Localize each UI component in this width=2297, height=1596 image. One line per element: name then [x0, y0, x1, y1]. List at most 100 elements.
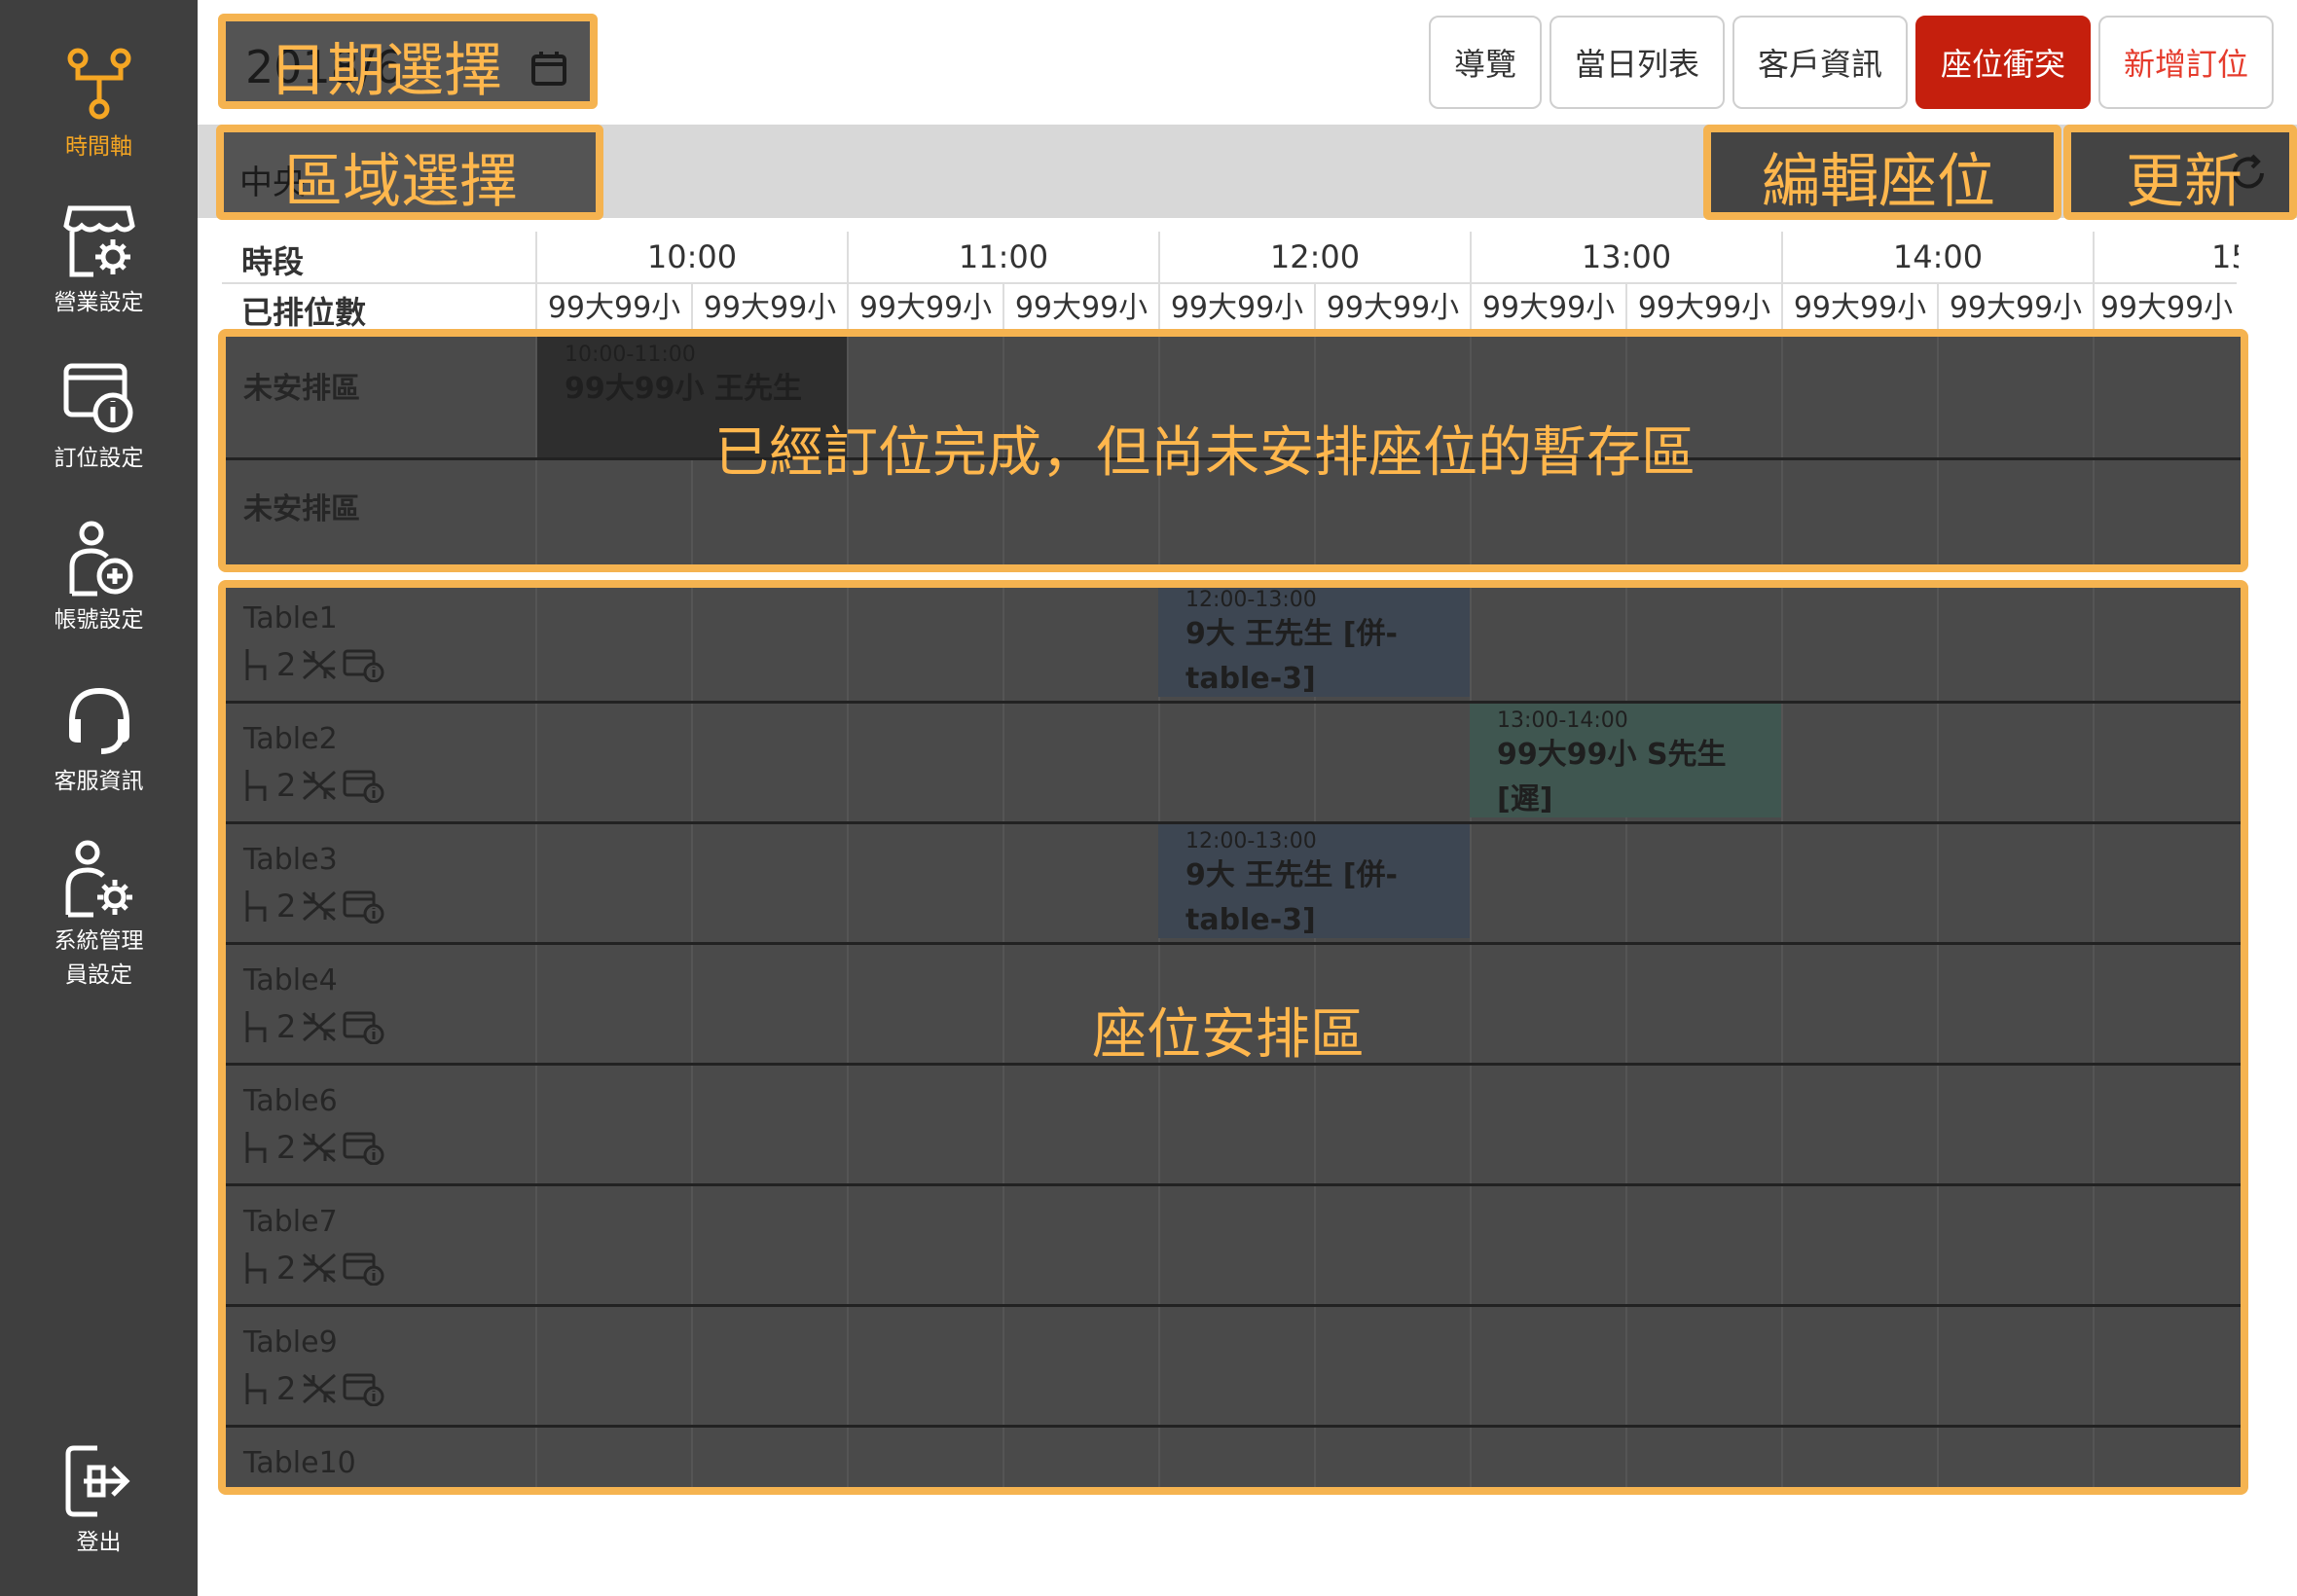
table-row-name: Table3: [243, 843, 338, 877]
time-header: 12:00: [1158, 232, 1470, 282]
calendar-icon[interactable]: [529, 49, 568, 88]
slot-count: 99大99小: [1470, 284, 1625, 333]
admin-settings-icon: [65, 840, 132, 918]
sidebar-item-label: 訂位設定: [54, 446, 144, 471]
booking-name-cont: table-3]: [1185, 662, 1316, 696]
table-row-icons: 2: [243, 888, 385, 925]
seating-zone-annotation: 座位安排區: [1092, 1003, 1365, 1067]
slot-count: 99大99小: [1003, 284, 1158, 333]
slot-count: 99大99小: [691, 284, 847, 333]
seat-count: 2: [276, 1250, 297, 1287]
unassigned-row-label: 未安排區: [243, 372, 360, 406]
sidebar-item-label: 系統管理 員設定: [54, 928, 144, 988]
table-info-icon[interactable]: [343, 1251, 385, 1286]
booking-name: 99大99小 王先生: [565, 372, 802, 406]
unassigned-row-label: 未安排區: [243, 492, 360, 526]
table-row-name: Table7: [243, 1205, 338, 1239]
slot-count: 99大99小: [1937, 284, 2093, 333]
booking-name: 9大 王先生 [併-: [1185, 617, 1398, 651]
table-row-icons: 2: [243, 646, 385, 683]
table-row-name: Table4: [243, 963, 338, 998]
table-info-icon[interactable]: [343, 647, 385, 682]
zone-annotation: 區域選擇: [284, 148, 518, 216]
sidebar-item-booking-settings[interactable]: 訂位設定: [0, 356, 198, 476]
slot-count: 99大99小: [1625, 284, 1781, 333]
time-header: 10:00: [535, 232, 847, 282]
merge-icon[interactable]: [300, 1371, 339, 1406]
slot-count: 99大99小: [2093, 284, 2239, 333]
date-picker[interactable]: 2018/6 日期選擇: [218, 14, 598, 109]
slot-count: 99大99小: [535, 284, 691, 333]
merge-icon[interactable]: [300, 1009, 339, 1044]
table-info-icon[interactable]: [343, 1130, 385, 1165]
sidebar-item-label: 帳號設定: [54, 607, 144, 633]
chair-icon: [245, 890, 267, 922]
account-add-icon: [69, 521, 132, 597]
seating-zone: 12:00-13:00 9大 王先生 [併- table-3] 13:00-14…: [218, 580, 2248, 1495]
chair-icon: [245, 770, 267, 801]
sidebar-item-timeline[interactable]: 時間軸: [0, 45, 198, 164]
logout-icon: [65, 1445, 130, 1517]
booking-time: 12:00-13:00: [1185, 829, 1317, 853]
date-annotation: 日期選擇: [269, 37, 502, 105]
period-label: 時段: [241, 243, 305, 280]
customer-info-button[interactable]: 客戶資訊: [1732, 16, 1908, 109]
new-booking-button[interactable]: 新增訂位: [2098, 16, 2274, 109]
table-info-icon[interactable]: [343, 1371, 385, 1406]
sidebar-item-label: 營業設定: [54, 290, 144, 315]
chair-icon: [245, 1252, 267, 1284]
table-booking[interactable]: 12:00-13:00 9大 王先生 [併- table-3]: [1158, 588, 1470, 697]
table-row-name: Table2: [243, 722, 338, 756]
sidebar-item-account[interactable]: 帳號設定: [0, 518, 198, 637]
sidebar-item-label: 登出: [76, 1530, 122, 1555]
table-row-name: Table10: [243, 1446, 356, 1480]
chair-icon: [245, 1132, 267, 1163]
table-info-icon[interactable]: [343, 1009, 385, 1044]
time-header: 14:00: [1781, 232, 2093, 282]
seat-conflict-button[interactable]: 座位衝突: [1915, 16, 2091, 109]
table-info-icon[interactable]: [343, 889, 385, 924]
seat-count: 2: [276, 646, 297, 683]
booking-name: 99大99小 S先生: [1497, 738, 1727, 772]
sidebar-item-admin-settings[interactable]: 系統管理 員設定: [0, 839, 198, 993]
table-row-name: Table6: [243, 1084, 338, 1118]
count-label: 已排位數: [241, 294, 367, 331]
booking-name-cont: table-3]: [1185, 903, 1316, 937]
merge-icon[interactable]: [300, 647, 339, 682]
seat-count: 2: [276, 888, 297, 925]
merge-icon[interactable]: [300, 1130, 339, 1165]
timeline-icon: [67, 48, 130, 120]
table-row-icons: 2: [243, 1008, 385, 1045]
sidebar-item-store-settings[interactable]: 營業設定: [0, 200, 198, 320]
guide-button[interactable]: 導覽: [1429, 16, 1542, 109]
table-booking[interactable]: 12:00-13:00 9大 王先生 [併- table-3]: [1158, 823, 1470, 938]
booking-settings-icon: [63, 363, 132, 433]
merge-icon[interactable]: [300, 889, 339, 924]
chair-icon: [245, 649, 267, 680]
time-header: 15: [2093, 232, 2239, 282]
sidebar-item-logout[interactable]: 登出: [0, 1440, 198, 1560]
edit-seats-button[interactable]: 編輯座位: [1703, 125, 2061, 220]
booking-name: 9大 王先生 [併-: [1185, 858, 1398, 892]
merge-icon[interactable]: [300, 768, 339, 803]
zone-select[interactable]: 中央 區域選擇: [216, 125, 603, 220]
table-row-name: Table1: [243, 601, 338, 635]
table-row-icons: 2: [243, 1250, 385, 1287]
seat-count: 2: [276, 1008, 297, 1045]
daily-list-button[interactable]: 當日列表: [1550, 16, 1725, 109]
sidebar-item-label: 時間軸: [65, 134, 132, 160]
slot-count: 99大99小: [1314, 284, 1470, 333]
unassigned-zone: 10:00-11:00 99大99小 王先生 未安排區 未安排區 已經訂位完成，…: [218, 329, 2248, 572]
merge-icon[interactable]: [300, 1251, 339, 1286]
sidebar: 時間軸 營業設定 訂位設定 帳號設定 客服資訊 系統管理 員設定 登出: [0, 0, 198, 1596]
sidebar-item-customer-service[interactable]: 客服資訊: [0, 679, 198, 799]
refresh-button[interactable]: 更新: [2063, 125, 2297, 220]
unassigned-zone-annotation: 已經訂位完成，但尚未安排座位的暫存區: [714, 421, 1695, 485]
table-row-icons: 2: [243, 1129, 385, 1166]
seat-count: 2: [276, 1129, 297, 1166]
headset-icon: [68, 687, 129, 754]
table-booking[interactable]: 13:00-14:00 99大99小 S先生 [遲]: [1470, 703, 1781, 817]
table-info-icon[interactable]: [343, 768, 385, 803]
chair-icon: [245, 1373, 267, 1404]
booking-time: 13:00-14:00: [1497, 708, 1628, 733]
